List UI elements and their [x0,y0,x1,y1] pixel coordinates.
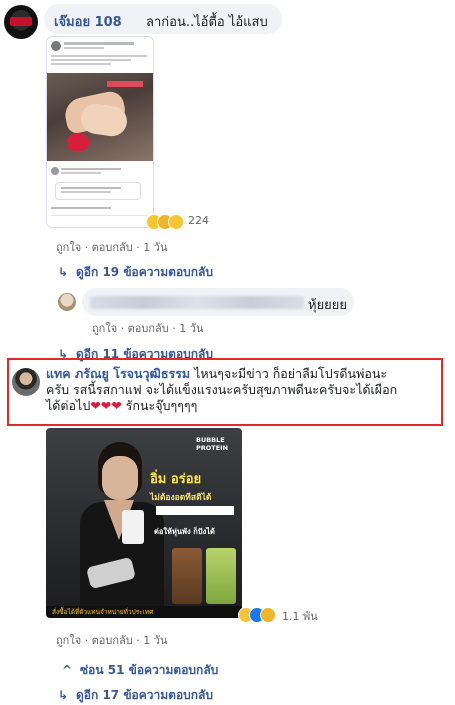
avatar-comment-1[interactable] [4,5,38,39]
reply-action[interactable]: ตอบกลับ [128,322,169,335]
comment-actions-1: ถูกใจ · ตอบกลับ · 1 วัน [56,241,168,254]
like-action[interactable]: ถูกใจ [92,322,117,335]
reply-arrow-icon: ↳ [58,688,69,702]
comment-time: 1 วัน [143,634,168,647]
comment-image-attachment[interactable] [46,36,154,228]
avatar-reply[interactable] [58,293,76,311]
comment-text: ลาก่อน..ไอ้ตื้อ ไอ้แสบ [146,15,268,30]
reply-arrow-icon: ↳ [58,265,69,279]
comment-text: ไหนๆจะมีข่าว ก็อย่าลืมโปรดีนพ่อนะ [190,366,388,381]
comment-author[interactable]: เจ๊มอย 108 [54,11,122,32]
like-action[interactable]: ถูกใจ [56,241,81,254]
reply-action[interactable]: ตอบกลับ [92,241,133,254]
reaction-count: 1.1 พัน [282,610,318,623]
hide-replies[interactable]: ^ ซ่อน 51 ข้อความตอบกลับ [62,661,218,680]
ad-product-coffee [172,548,202,604]
heart-emoji: ❤❤❤ [90,398,122,413]
ad-brand: BUBBLE PROTEIN [196,436,229,452]
blurred-author-name [90,296,304,309]
comment-text: รักนะจุ๊บๆๆๆๆ [121,398,198,413]
comment-time: 1 วัน [143,241,168,254]
reply-action[interactable]: ตอบกลับ [92,634,133,647]
ad-tagline: ต่อให้หุ่นพัง ก็ปังได้ [154,527,215,536]
comment-bubble-1: เจ๊มอย 108 ลาก่อน..ไอ้ตื้อ ไอ้แสบ [44,4,282,34]
comment-text: ได้ต่อไป [46,398,91,413]
view-more-replies-label: ดูอีก 19 ข้อความตอบกลับ [76,265,213,279]
love-reaction-icon [168,214,184,230]
reaction-summary-3[interactable]: 1.1 พัน [238,605,348,625]
wow-reaction-icon [260,607,276,623]
comment-ad-image[interactable]: BUBBLE PROTEIN อิ่ม อร่อย ไม่ต้องอดทีสติ… [46,428,242,618]
ad-footer: สั่งซื้อได้ที่ตัวแทนจำหน่ายทั่วประเทศ [52,608,154,616]
reaction-count: 224 [188,214,209,227]
comment-actions-3: ถูกใจ · ตอบกลับ · 1 วัน [56,634,168,647]
avatar-comment-3[interactable] [12,368,40,396]
hide-replies-label: ซ่อน 51 ข้อความตอบกลับ [80,663,219,677]
reply-bubble: หุ้ยยยย [82,288,354,316]
reply-text: หุ้ยยยย [308,298,348,313]
comment-time: 1 วัน [179,322,204,335]
ad-product-matcha [206,548,236,604]
ad-subheadline: ไม่ต้องอดทีสติได้ [150,493,212,503]
comment-line-1: แทค ภรัณยู โรจนวุฒิธรรม ไหนๆจะมีข่าว ก็อ… [46,366,438,382]
hide-arrow-icon: ^ [62,663,73,677]
ad-label-bar [156,506,234,515]
ad-headline: อิ่ม อร่อย [150,472,202,487]
reply-actions: ถูกใจ · ตอบกลับ · 1 วัน [92,322,204,335]
comment-bubble-3: แทค ภรัณยู โรจนวุฒิธรรม ไหนๆจะมีข่าว ก็อ… [46,366,438,420]
reaction-summary-1[interactable]: 224 [146,212,226,232]
view-more-replies-1[interactable]: ↳ ดูอีก 19 ข้อความตอบกลับ [58,263,213,282]
comment-line-3: ได้ต่อไป❤❤❤ รักนะจุ๊บๆๆๆๆ [46,398,438,414]
comment-author[interactable]: แทค ภรัณยู โรจนวุฒิธรรม [46,366,190,381]
comment-line-2: ครับ รสนี้รสกาแฟ จะได้แข็งแรงนะครับสุขภา… [46,382,398,397]
like-action[interactable]: ถูกใจ [56,634,81,647]
view-more-replies-label: ดูอีก 17 ข้อความตอบกลับ [76,688,213,702]
